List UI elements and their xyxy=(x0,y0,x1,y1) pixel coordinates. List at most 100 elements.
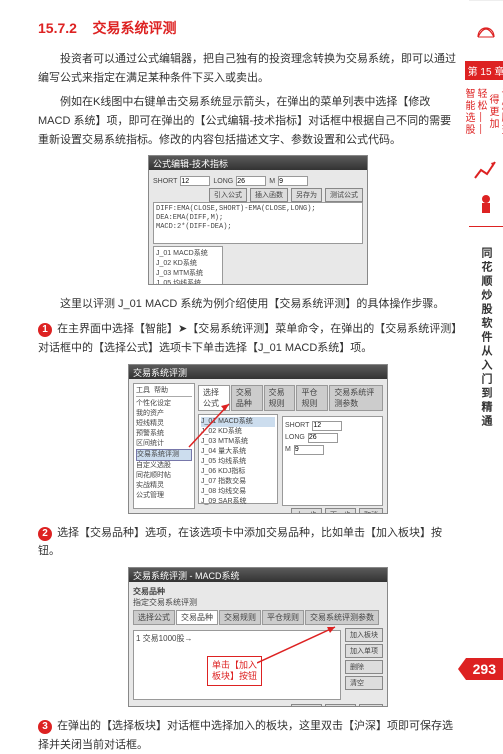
prev-button[interactable]: 上一步 xyxy=(291,704,322,706)
page-number: 293 xyxy=(466,658,503,680)
cancel-button[interactable]: 取消 xyxy=(359,704,383,706)
param-label: M xyxy=(269,178,275,185)
step-3: 3 在弹出的【选择板块】对话框中选择加入的板块，这里双击【沪深】项即可保存选择并… xyxy=(38,717,459,754)
tab-rule[interactable]: 交易规则 xyxy=(264,385,296,411)
code-line: DIFF:EMA(CLOSE,SHORT)-EMA(CLOSE,LONG); xyxy=(156,205,360,214)
callout-add-block: 单击【加入 板块】按钮 xyxy=(207,656,262,686)
mascot-icon xyxy=(473,190,499,218)
param-label: SHORT xyxy=(153,178,177,185)
step-3-text: 在弹出的【选择板块】对话框中选择加入的板块，这里双击【沪深】项即可保存选择并关闭… xyxy=(38,720,453,751)
list-item[interactable]: J_09 SAR系统 xyxy=(201,497,275,507)
formula-list[interactable]: J_01 MACD系统 J_02 KD系统 J_03 MTM系统 J_05 均线… xyxy=(153,246,223,284)
cancel-button[interactable]: 取消 xyxy=(359,508,383,513)
menu-tools[interactable]: 工具 xyxy=(136,386,150,396)
long-label: LONG xyxy=(285,434,305,441)
tab-product[interactable]: 交易品种 xyxy=(176,610,218,625)
code-editor[interactable]: DIFF:EMA(CLOSE,SHORT)-EMA(CLOSE,LONG); D… xyxy=(153,202,363,244)
code-line: DEA:EMA(DIFF,M); xyxy=(156,214,360,223)
menu-item[interactable]: 我的资产 xyxy=(136,409,192,419)
tab-formula[interactable]: 选择公式 xyxy=(198,385,230,411)
m-label: M xyxy=(285,446,291,453)
tab-product[interactable]: 交易品种 xyxy=(231,385,263,411)
dialog-titlebar: 交易系统评测 xyxy=(129,365,387,379)
param-m[interactable] xyxy=(278,176,308,186)
tab-close[interactable]: 平仓规则 xyxy=(262,610,304,625)
menu-panel: 工具 帮助 个性化设定 我的资产 短线精灵 预警系统 区间统计 交易系统评测 自… xyxy=(133,383,195,509)
sub-line: 得更加 xyxy=(487,94,498,130)
list-item[interactable]: J_04 量大系统 xyxy=(201,447,275,457)
dialog-titlebar: 交易系统评测 - MACD系统 xyxy=(129,568,387,582)
long-input[interactable] xyxy=(308,433,338,443)
add-item-button[interactable]: 加入单项 xyxy=(345,644,383,658)
menu-item[interactable]: 同花顺时帖 xyxy=(136,471,192,481)
menu-help[interactable]: 帮助 xyxy=(154,386,168,396)
menu-item-active[interactable]: 交易系统评测 xyxy=(136,449,192,461)
menu-item[interactable]: 实战精灵 xyxy=(136,481,192,491)
dialog-subtitle: 交易品种 xyxy=(133,586,383,597)
main-content: 15.7.2 交易系统评测 投资者可以通过公式编辑器，把自己独有的投资理念转换为… xyxy=(0,0,469,702)
system-list[interactable]: J_01 MACD系统 J_02 KD系统 J_03 MTM系统 J_04 量大… xyxy=(198,414,278,504)
clear-button[interactable]: 清空 xyxy=(345,676,383,690)
product-row[interactable]: 1 交易1000股→ xyxy=(136,633,338,644)
list-item[interactable]: J_05 均线系统 xyxy=(201,457,275,467)
list-item[interactable]: J_02 KD系统 xyxy=(156,259,220,269)
sub-line: 智能选股 xyxy=(463,88,474,136)
tab-params[interactable]: 交易系统评测参数 xyxy=(329,385,383,411)
list-item[interactable]: J_01 MACD系统 xyxy=(156,249,220,259)
step-badge-2: 2 xyxy=(38,527,52,541)
screenshot-formula-editor: 公式编辑-技术指标 SHORT LONG M 引入公式 插入函数 另存为 测试公… xyxy=(148,155,368,285)
menu-item[interactable]: 预警系统 xyxy=(136,429,192,439)
callout-line: 单击【加入 xyxy=(212,660,257,670)
sub-line: 轻松—— xyxy=(475,88,486,136)
list-item[interactable]: J_05 均线系统 xyxy=(156,279,220,284)
list-item[interactable]: J_03 MTM系统 xyxy=(156,269,220,279)
chapter-badge: 第 15 章 xyxy=(465,61,503,80)
add-block-button[interactable]: 加入板块 xyxy=(345,628,383,642)
list-item[interactable]: J_08 均线交易 xyxy=(201,487,275,497)
list-item[interactable]: J_01 MACD系统 xyxy=(201,417,275,427)
sidebar: 第 15 章 让炒股变 得更加 轻松—— 智能选股 同花顺炒股软件从入门到精通 … xyxy=(469,0,503,702)
code-line: MACD:2*(DIFF-DEA); xyxy=(156,223,360,232)
tab-formula[interactable]: 选择公式 xyxy=(133,610,175,625)
tab-close[interactable]: 平仓规则 xyxy=(296,385,328,411)
dialog-hint: 指定交易系统评测 xyxy=(133,597,383,608)
tab-params[interactable]: 交易系统评测参数 xyxy=(305,610,379,625)
section-title: 交易系统评测 xyxy=(93,20,177,36)
list-item[interactable]: J_07 指数交易 xyxy=(201,477,275,487)
delete-button[interactable]: 删除 xyxy=(345,660,383,674)
short-input[interactable] xyxy=(312,421,342,431)
divider xyxy=(469,226,503,227)
section-number: 15.7.2 xyxy=(38,20,77,36)
tab-rule[interactable]: 交易规则 xyxy=(219,610,261,625)
callout-line: 板块】按钮 xyxy=(212,671,257,681)
m-input[interactable] xyxy=(294,445,324,455)
prev-button[interactable]: 上一步 xyxy=(291,508,322,513)
step-1-text: 在主界面中选择【智能】➤【交易系统评测】菜单命令，在弹出的【交易系统评测】对话框… xyxy=(38,323,457,354)
paragraph-2: 例如在K线图中右键单击交易系统显示箭头，在弹出的菜单列表中选择【修改 MACD … xyxy=(38,93,459,149)
menu-item[interactable]: 区间统计 xyxy=(136,439,192,449)
menu-item[interactable]: 自定义选股 xyxy=(136,461,192,471)
btn-saveas[interactable]: 另存为 xyxy=(291,188,322,202)
menu-item[interactable]: 公式管理 xyxy=(136,491,192,501)
list-item[interactable]: J_03 MTM系统 xyxy=(201,437,275,447)
tabs: 选择公式 交易品种 交易规则 平仓规则 交易系统评测参数 xyxy=(198,385,383,411)
step-badge-1: 1 xyxy=(38,323,52,337)
chart-icon xyxy=(472,158,500,184)
screenshot-eval-product: 交易系统评测 - MACD系统 交易品种 指定交易系统评测 选择公式 交易品种 … xyxy=(128,567,388,707)
btn-import[interactable]: 引入公式 xyxy=(209,188,247,202)
btn-test[interactable]: 测试公式 xyxy=(325,188,363,202)
menu-item[interactable]: 个性化设定 xyxy=(136,399,192,409)
next-button[interactable]: 下一步 xyxy=(325,704,356,706)
paragraph-1: 投资者可以通过公式编辑器，把自己独有的投资理念转换为交易系统，即可以通过编写公式… xyxy=(38,50,459,87)
menu-item[interactable]: 短线精灵 xyxy=(136,419,192,429)
step-1: 1 在主界面中选择【智能】➤【交易系统评测】菜单命令，在弹出的【交易系统评测】对… xyxy=(38,320,459,357)
list-item[interactable]: J_02 KD系统 xyxy=(201,427,275,437)
book-title: 同花顺炒股软件从入门到精通 xyxy=(478,247,494,429)
fan-icon xyxy=(472,15,500,43)
btn-insertfn[interactable]: 插入函数 xyxy=(250,188,288,202)
list-item[interactable]: J_06 KDJ指标 xyxy=(201,467,275,477)
step-2-text: 选择【交易品种】选项，在该选项卡中添加交易品种，比如单击【加入板块】按钮。 xyxy=(38,527,442,558)
param-short[interactable] xyxy=(180,176,210,186)
param-long[interactable] xyxy=(236,176,266,186)
next-button[interactable]: 下一步 xyxy=(325,508,356,513)
